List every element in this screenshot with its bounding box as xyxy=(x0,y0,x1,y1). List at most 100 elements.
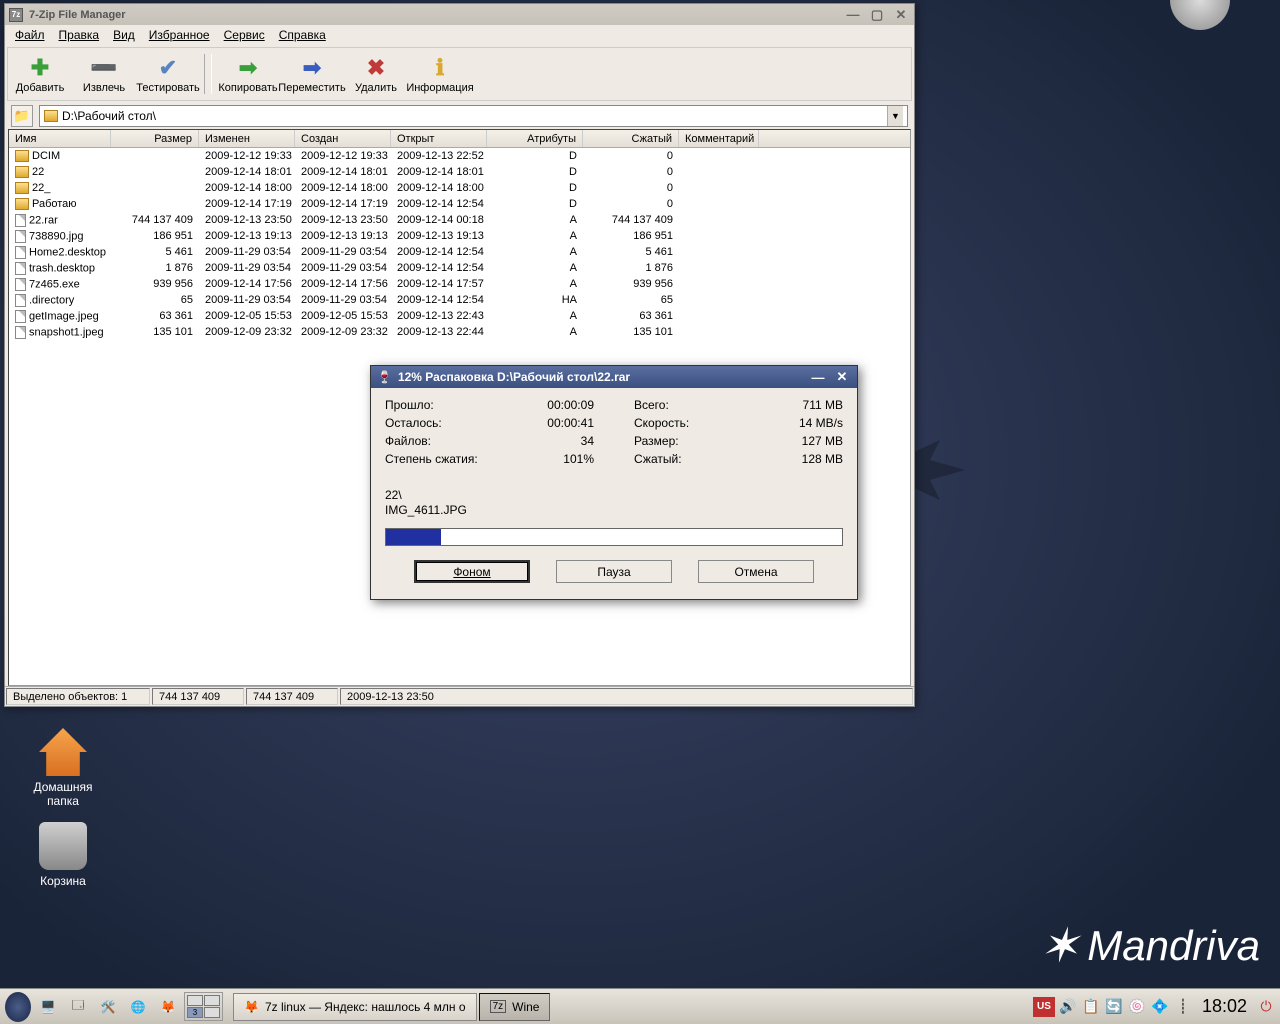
status-size1: 744 137 409 xyxy=(152,688,244,705)
wine-icon: 🍷 xyxy=(377,370,392,384)
menu-favorites[interactable]: Избранное xyxy=(143,27,216,43)
menu-bar: Файл Правка Вид Избранное Сервис Справка xyxy=(5,25,914,45)
table-row[interactable]: 7z465.exe939 9562009-12-14 17:562009-12-… xyxy=(9,276,910,292)
logout-icon[interactable]: ⏻ xyxy=(1256,997,1276,1017)
table-row[interactable]: trash.desktop1 8762009-11-29 03:542009-1… xyxy=(9,260,910,276)
info-button[interactable]: ℹИнформация xyxy=(408,49,472,99)
menu-service[interactable]: Сервис xyxy=(218,27,271,43)
label-speed: Скорость: xyxy=(634,416,689,434)
table-row[interactable]: Работаю2009-12-14 17:192009-12-14 17:192… xyxy=(9,196,910,212)
firefox-icon[interactable]: 🦊 xyxy=(154,993,182,1021)
progress-dialog: 🍷 12% Распаковка D:\Рабочий стол\22.rar … xyxy=(370,365,858,600)
arrow-right-icon: ➡ xyxy=(239,55,257,81)
progress-fill xyxy=(386,529,441,545)
table-row[interactable]: Home2.desktop5 4612009-11-29 03:542009-1… xyxy=(9,244,910,260)
file-icon xyxy=(15,326,26,339)
value-ratio: 101% xyxy=(563,452,594,470)
table-row[interactable]: 738890.jpg186 9512009-12-13 19:132009-12… xyxy=(9,228,910,244)
col-open[interactable]: Открыт xyxy=(391,130,487,147)
minimize-button[interactable]: — xyxy=(844,7,862,23)
delete-button[interactable]: ✖Удалить xyxy=(344,49,408,99)
tray-icon[interactable]: 💠 xyxy=(1150,997,1170,1017)
value-packed: 128 MB xyxy=(802,452,843,470)
globe-icon[interactable]: 🌐 xyxy=(124,993,152,1021)
col-attr[interactable]: Атрибуты xyxy=(487,130,583,147)
menu-help[interactable]: Справка xyxy=(273,27,332,43)
close-button[interactable]: ✕ xyxy=(833,369,851,385)
system-tray: US 🔊 📋 🔄 🍥 💠 ┊ 18:02 ⏻ xyxy=(1033,996,1276,1017)
menu-file[interactable]: Файл xyxy=(9,27,51,43)
volume-icon[interactable]: 🔊 xyxy=(1058,997,1078,1017)
col-packed[interactable]: Сжатый xyxy=(583,130,679,147)
task-label: Wine xyxy=(512,1000,539,1014)
arrow-right-icon: ➡ xyxy=(303,55,321,81)
task-wine[interactable]: 7z Wine xyxy=(479,993,551,1021)
chevron-down-icon[interactable]: ▼ xyxy=(887,106,903,126)
copy-button[interactable]: ➡Копировать xyxy=(216,49,280,99)
label-total: Всего: xyxy=(634,398,669,416)
col-cre[interactable]: Создан xyxy=(295,130,391,147)
address-bar: 📁 D:\Рабочий стол\ ▼ xyxy=(5,103,914,129)
col-comment[interactable]: Комментарий xyxy=(679,130,759,147)
background-button[interactable]: Фоном xyxy=(414,560,530,583)
close-button[interactable]: ✕ xyxy=(892,7,910,23)
window-list-icon[interactable]: 🗔 xyxy=(64,993,92,1021)
table-row[interactable]: 22.rar744 137 4092009-12-13 23:502009-12… xyxy=(9,212,910,228)
table-row[interactable]: 222009-12-14 18:012009-12-14 18:012009-1… xyxy=(9,164,910,180)
start-button[interactable] xyxy=(4,993,32,1021)
table-row[interactable]: .directory652009-11-29 03:542009-11-29 0… xyxy=(9,292,910,308)
test-button[interactable]: ✔Тестировать xyxy=(136,49,200,99)
label-elapsed: Прошло: xyxy=(385,398,434,416)
settings-icon[interactable]: 🛠️ xyxy=(94,993,122,1021)
title-bar[interactable]: 7z 7-Zip File Manager — ▢ ✕ xyxy=(5,4,914,25)
value-total: 711 MB xyxy=(803,398,843,416)
address-combo[interactable]: D:\Рабочий стол\ ▼ xyxy=(39,105,908,127)
clipboard-icon[interactable]: 📋 xyxy=(1081,997,1101,1017)
menu-edit[interactable]: Правка xyxy=(53,27,106,43)
info-icon: ℹ xyxy=(436,55,444,81)
tray-icon[interactable]: 🍥 xyxy=(1127,997,1147,1017)
desktop-icon-home[interactable]: Домашняя папка xyxy=(18,728,108,808)
extract-button[interactable]: ➖Извлечь xyxy=(72,49,136,99)
minimize-button[interactable]: — xyxy=(809,369,827,385)
show-desktop-icon[interactable]: 🖥️ xyxy=(34,993,62,1021)
maximize-button[interactable]: ▢ xyxy=(868,7,886,23)
desktop-orb xyxy=(1170,0,1230,30)
table-row[interactable]: snapshot1.jpeg135 1012009-12-09 23:32200… xyxy=(9,324,910,340)
pause-button[interactable]: Пауза xyxy=(556,560,672,583)
folder-icon xyxy=(15,198,29,210)
clock[interactable]: 18:02 xyxy=(1196,996,1253,1017)
task-firefox[interactable]: 🦊 7z linux — Яндекс: нашлось 4 млн о xyxy=(233,993,477,1021)
current-dir: 22\ xyxy=(385,488,843,503)
app-icon: 7z xyxy=(9,8,23,22)
table-row[interactable]: 22_2009-12-14 18:002009-12-14 18:002009-… xyxy=(9,180,910,196)
dialog-title-bar[interactable]: 🍷 12% Распаковка D:\Рабочий стол\22.rar … xyxy=(371,366,857,388)
col-size[interactable]: Размер xyxy=(111,130,199,147)
value-speed: 14 MB/s xyxy=(799,416,843,434)
toolbar: ✚Добавить ➖Извлечь ✔Тестировать ➡Копиров… xyxy=(7,47,912,101)
table-row[interactable]: DCIM2009-12-12 19:332009-12-12 19:332009… xyxy=(9,148,910,164)
lang-indicator[interactable]: US xyxy=(1033,997,1055,1017)
update-icon[interactable]: 🔄 xyxy=(1104,997,1124,1017)
add-button[interactable]: ✚Добавить xyxy=(8,49,72,99)
cancel-button[interactable]: Отмена xyxy=(698,560,814,583)
desktop-icon-label: Домашняя папка xyxy=(18,780,108,808)
address-path: D:\Рабочий стол\ xyxy=(62,109,156,123)
col-name[interactable]: Имя xyxy=(9,130,111,147)
trash-icon xyxy=(39,822,87,870)
app-icon: 7z xyxy=(490,1000,507,1013)
taskbar: 🖥️ 🗔 🛠️ 🌐 🦊 3 🦊 7z linux — Яндекс: нашло… xyxy=(0,988,1280,1024)
move-button[interactable]: ➡Переместить xyxy=(280,49,344,99)
tray-separator: ┊ xyxy=(1173,997,1193,1017)
table-row[interactable]: getImage.jpeg63 3612009-12-05 15:532009-… xyxy=(9,308,910,324)
up-button[interactable]: 📁 xyxy=(11,105,33,127)
label-packed: Сжатый: xyxy=(634,452,682,470)
firefox-icon: 🦊 xyxy=(244,1000,259,1014)
star-icon: ✶ xyxy=(1039,918,1079,974)
virtual-desktops[interactable]: 3 xyxy=(184,992,223,1021)
col-mod[interactable]: Изменен xyxy=(199,130,295,147)
menu-view[interactable]: Вид xyxy=(107,27,141,43)
desktop-icon-trash[interactable]: Корзина xyxy=(18,822,108,888)
label-ratio: Степень сжатия: xyxy=(385,452,478,470)
check-icon: ✔ xyxy=(159,55,177,81)
